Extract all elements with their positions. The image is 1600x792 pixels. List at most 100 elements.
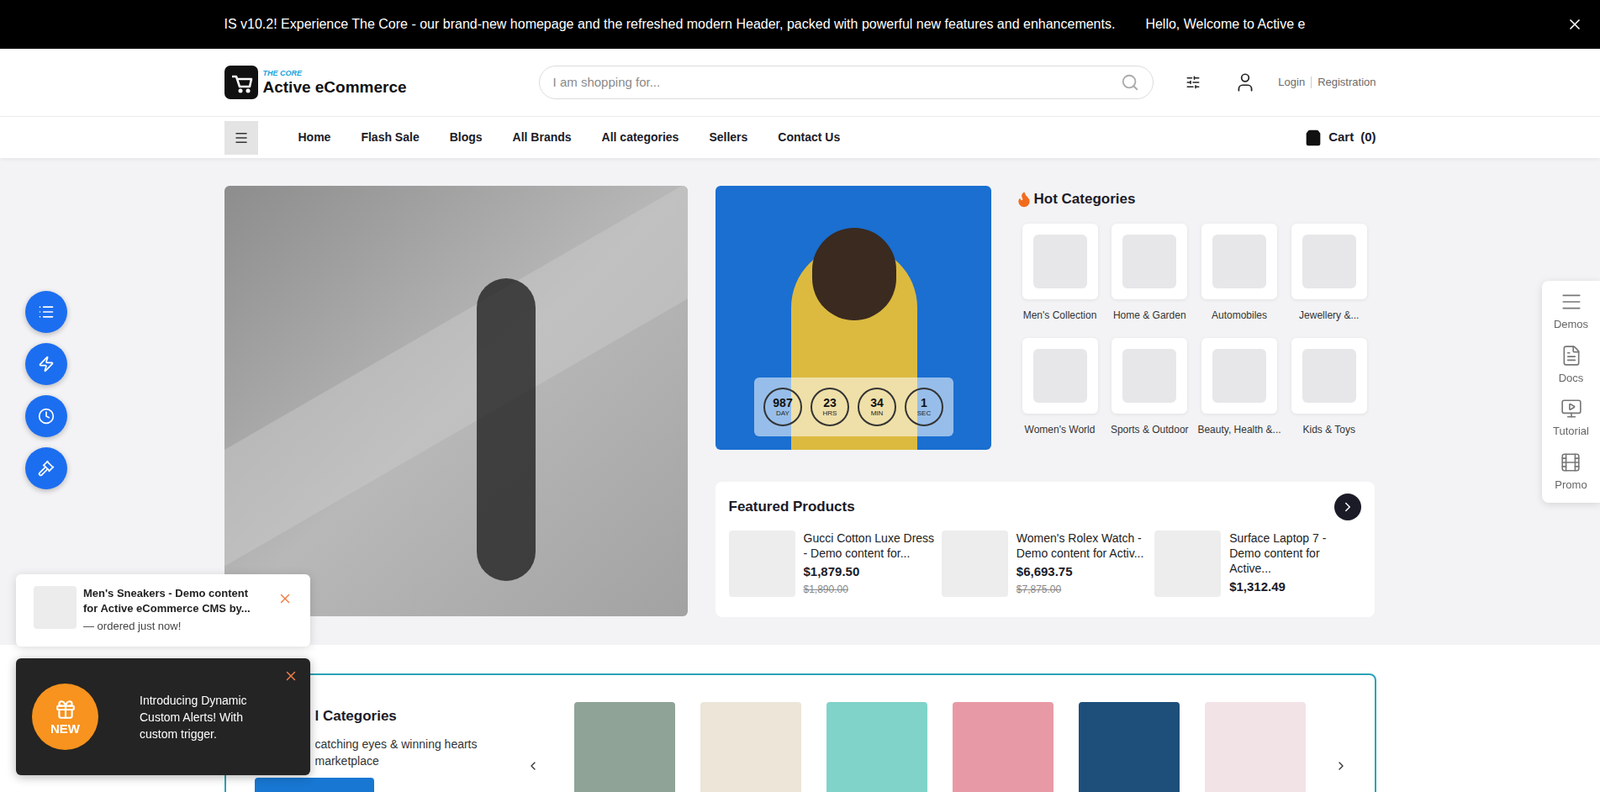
- new-badge: NEW: [31, 683, 99, 750]
- product-card[interactable]: Women's Rolex Watch - Demo content for A…: [941, 530, 1148, 597]
- logo[interactable]: THE COREActive eCommerce: [224, 65, 407, 100]
- announcement-greeting: Hello, Welcome to Active e: [1145, 14, 1305, 35]
- page: IS v10.2! Experience The Core - our bran…: [0, 0, 1600, 792]
- order-popup: Men's Sneakers - Demo content for Active…: [15, 574, 311, 647]
- nav-item[interactable]: Blogs: [449, 128, 483, 147]
- registration-link[interactable]: Registration: [1317, 73, 1376, 91]
- featured-categories-title: l Categories: [315, 705, 517, 728]
- nav-item[interactable]: Sellers: [708, 128, 748, 147]
- login-link[interactable]: Login: [1277, 73, 1305, 91]
- category-tile[interactable]: [826, 702, 928, 792]
- side-panel-item[interactable]: Tutorial: [1552, 397, 1590, 440]
- floating-icon: [37, 407, 55, 425]
- floating-icon: [37, 355, 55, 373]
- order-product: Men's Sneakers - Demo content for Active…: [83, 586, 260, 617]
- hot-category-item[interactable]: Jewellery &...: [1284, 223, 1374, 323]
- category-tile[interactable]: [1204, 702, 1306, 792]
- nav-bar: Home Flash Sale Blogs All Brands All categor…: [0, 116, 1600, 159]
- hot-categories: Hot Categories Men's CollectionHome & Gar…: [1015, 185, 1375, 450]
- hot-category-item[interactable]: Kids & Toys: [1284, 337, 1374, 438]
- compare-icon[interactable]: [1185, 74, 1201, 90]
- flash-sale-banner[interactable]: 987DAY23HRS34MIN1SEC: [715, 185, 992, 450]
- search-field[interactable]: I am shopping for...: [538, 65, 1154, 100]
- category-tile[interactable]: [574, 702, 676, 792]
- hero-section: 987DAY23HRS34MIN1SEC Hot Categories Men's …: [0, 158, 1600, 645]
- product-price: $6,693.75: [1016, 562, 1148, 582]
- floating-button[interactable]: [25, 343, 68, 386]
- announcement-close-button[interactable]: [1566, 15, 1584, 33]
- view-all-button[interactable]: [254, 777, 375, 792]
- hot-category-item[interactable]: Men's Collection: [1015, 223, 1105, 323]
- cart-button[interactable]: Cart (0): [1304, 127, 1376, 148]
- category-tile[interactable]: [700, 702, 802, 792]
- close-icon: [283, 668, 299, 684]
- user-icon[interactable]: [1234, 71, 1257, 94]
- search-icon: [1120, 73, 1140, 92]
- categories-menu-button[interactable]: [224, 121, 259, 155]
- side-panel-item[interactable]: Demos: [1553, 290, 1589, 333]
- close-icon: [277, 591, 293, 607]
- chevron-left-icon[interactable]: [526, 759, 540, 773]
- featured-products-title: Featured Products: [728, 496, 856, 518]
- hot-category-item[interactable]: Automobiles: [1194, 223, 1284, 323]
- nav-item[interactable]: Home: [298, 128, 332, 147]
- gift-icon: [54, 698, 77, 721]
- side-panel-icon: [1560, 344, 1583, 367]
- product-card[interactable]: Gucci Cotton Luxe Dress - Demo content f…: [728, 530, 935, 597]
- featured-categories-subtitle: marketplace: [315, 752, 517, 770]
- floating-icon: [37, 303, 55, 321]
- next-button[interactable]: [1334, 493, 1362, 521]
- product-old-price: $7,875.00: [1016, 581, 1148, 597]
- alert-text: Introducing Dynamic Custom Alerts! With …: [139, 691, 283, 743]
- announcement-text: IS v10.2! Experience The Core - our bran…: [224, 14, 1116, 35]
- floating-icon: [37, 459, 55, 477]
- close-icon: [1566, 15, 1584, 33]
- hero-banner[interactable]: [224, 185, 688, 617]
- countdown: 987DAY23HRS34MIN1SEC: [754, 377, 954, 437]
- countdown-unit: 987DAY: [763, 387, 803, 427]
- hot-categories-title: Hot Categories: [1034, 188, 1136, 211]
- floating-button[interactable]: [25, 290, 68, 333]
- category-tile[interactable]: [952, 702, 1054, 792]
- logo-icon: [224, 65, 259, 100]
- product-price: $1,879.50: [803, 562, 935, 582]
- floating-button[interactable]: [25, 447, 68, 490]
- featured-categories-card: l Categories catching eyes & winning hear…: [224, 673, 1377, 792]
- product-old-price: $1,890.00: [803, 581, 935, 597]
- hot-category-item[interactable]: Sports & Outdoor: [1104, 337, 1194, 438]
- logo-tag: THE CORE: [263, 69, 407, 78]
- featured-categories-subtitle: catching eyes & winning hearts: [315, 735, 517, 753]
- chevron-right-icon[interactable]: [1334, 759, 1348, 773]
- countdown-unit: 23HRS: [810, 387, 850, 427]
- side-panel-item[interactable]: Docs: [1558, 344, 1585, 387]
- flame-icon: [1015, 190, 1033, 208]
- nav-item[interactable]: Contact Us: [777, 128, 840, 147]
- hot-category-item[interactable]: Home & Garden: [1104, 223, 1194, 323]
- countdown-unit: 1SEC: [904, 387, 944, 427]
- side-panel: Demos Docs Tutorial Promo: [1541, 280, 1600, 503]
- logo-name: Active eCommerce: [263, 79, 407, 96]
- side-panel-icon: [1560, 290, 1583, 313]
- side-panel-icon: [1560, 397, 1583, 420]
- chevron-right-icon: [1340, 499, 1356, 515]
- nav-item[interactable]: All categories: [601, 128, 680, 147]
- alert-close-button[interactable]: [283, 668, 299, 684]
- featured-products: Featured Products Gucci Cotton Luxe Dress…: [715, 481, 1375, 618]
- product-card[interactable]: Surface Laptop 7 - Demo content for Acti…: [1154, 530, 1361, 597]
- product-price: $1,312.49: [1229, 577, 1361, 597]
- side-panel-icon: [1559, 451, 1582, 474]
- order-status: — ordered just now!: [83, 617, 260, 635]
- hot-category-item[interactable]: Beauty, Health &...: [1194, 337, 1284, 438]
- nav-item[interactable]: Flash Sale: [360, 128, 419, 147]
- category-tile[interactable]: [1078, 702, 1180, 792]
- order-close-button[interactable]: [277, 591, 293, 607]
- nav-item[interactable]: All Brands: [512, 128, 572, 147]
- floating-button[interactable]: [25, 395, 68, 438]
- cart-count: (0): [1360, 127, 1376, 148]
- announcement-bar: IS v10.2! Experience The Core - our bran…: [0, 0, 1600, 49]
- search-placeholder: I am shopping for...: [553, 73, 1121, 93]
- hot-category-item[interactable]: Women's World: [1015, 337, 1105, 438]
- countdown-unit: 34MIN: [857, 387, 897, 427]
- cart-label: Cart: [1328, 127, 1354, 148]
- side-panel-item[interactable]: Promo: [1554, 451, 1587, 494]
